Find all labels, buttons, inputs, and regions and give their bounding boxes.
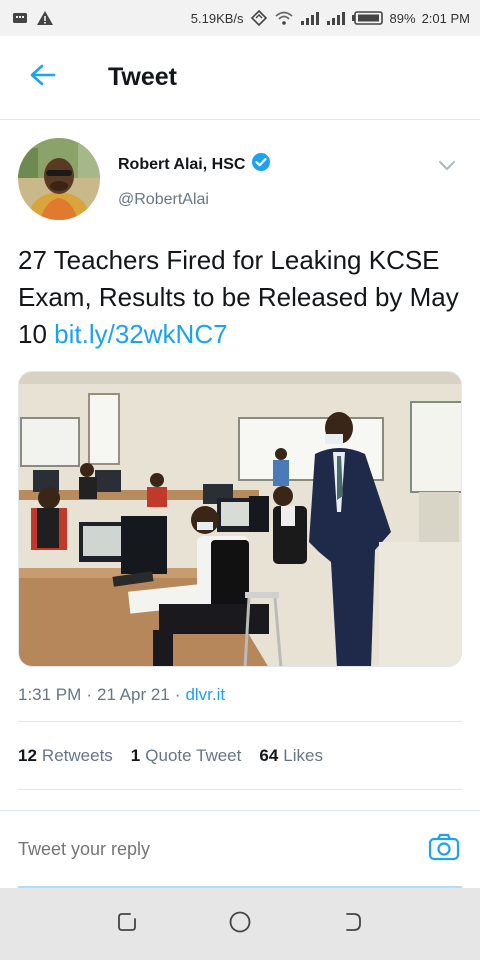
battery-icon bbox=[351, 10, 384, 26]
home-circle-icon bbox=[228, 910, 252, 939]
tweet-image[interactable] bbox=[18, 371, 462, 667]
quote-tweets-label: Quote Tweet bbox=[145, 745, 242, 765]
meta-separator: · bbox=[86, 685, 92, 704]
tweet-time: 1:31 PM bbox=[18, 685, 82, 704]
likes-count: 64 bbox=[259, 745, 279, 765]
tweet-text: 27 Teachers Fired for Leaking KCSE Exam,… bbox=[18, 242, 462, 353]
status-left bbox=[12, 10, 54, 26]
author-row: Robert Alai, HSC @RobertAlai bbox=[18, 120, 462, 226]
retweets-stat[interactable]: 12 Retweets bbox=[18, 746, 113, 766]
recent-apps-icon bbox=[116, 911, 138, 938]
retweets-count: 12 bbox=[18, 745, 37, 765]
author-info: Robert Alai, HSC @RobertAlai bbox=[118, 138, 271, 209]
system-nav-bar bbox=[0, 888, 480, 960]
signal-1-icon bbox=[300, 10, 320, 26]
warning-icon bbox=[36, 10, 54, 26]
tweet-date: 21 Apr 21 bbox=[96, 685, 170, 704]
author-name-text: Robert Alai, HSC bbox=[118, 155, 246, 173]
likes-label: Likes bbox=[283, 745, 323, 765]
signal-2-icon bbox=[326, 10, 346, 26]
author-handle[interactable]: @RobertAlai bbox=[118, 191, 271, 209]
camera-button[interactable] bbox=[426, 832, 462, 868]
header: Tweet bbox=[0, 36, 480, 120]
status-bar: 5.19KB/s 89% 2:01 PM bbox=[0, 0, 480, 36]
chevron-down-icon bbox=[438, 159, 456, 177]
tweet-source-link[interactable]: dlvr.it bbox=[185, 685, 225, 705]
page-title: Tweet bbox=[108, 63, 177, 91]
tweet-link[interactable]: bit.ly/32wkNC7 bbox=[54, 319, 227, 349]
likes-stat[interactable]: 64 Likes bbox=[259, 746, 323, 766]
wifi-icon bbox=[274, 10, 294, 26]
battery-percent: 89% bbox=[389, 10, 416, 26]
back-button[interactable] bbox=[0, 36, 86, 120]
status-right: 5.19KB/s 89% 2:01 PM bbox=[191, 9, 470, 27]
data-saver-icon bbox=[250, 9, 268, 27]
author-name[interactable]: Robert Alai, HSC bbox=[118, 152, 271, 177]
tweet-meta: 1:31 PM · 21 Apr 21 · dlvr.it bbox=[18, 685, 462, 722]
message-icon bbox=[12, 11, 28, 25]
avatar[interactable] bbox=[18, 138, 100, 220]
reply-bar bbox=[0, 810, 480, 888]
back-nav-button[interactable] bbox=[333, 904, 373, 944]
verified-badge-icon bbox=[251, 152, 271, 177]
tweet-options-button[interactable] bbox=[432, 156, 462, 180]
home-button[interactable] bbox=[220, 904, 260, 944]
recent-apps-button[interactable] bbox=[107, 904, 147, 944]
tweet-stats: 12 Retweets 1 Quote Tweet 64 Likes bbox=[18, 722, 462, 790]
camera-icon bbox=[428, 833, 460, 866]
tweet: Robert Alai, HSC @RobertAlai 27 Teachers… bbox=[0, 120, 480, 790]
arrow-left-icon bbox=[29, 63, 57, 92]
back-nav-icon bbox=[342, 911, 364, 938]
meta-separator-2: · bbox=[174, 685, 181, 704]
reply-input[interactable] bbox=[18, 839, 378, 860]
quote-tweets-stat[interactable]: 1 Quote Tweet bbox=[131, 746, 242, 766]
network-speed: 5.19KB/s bbox=[190, 10, 244, 26]
clock: 2:01 PM bbox=[421, 10, 470, 26]
retweets-label: Retweets bbox=[41, 745, 113, 765]
quote-tweets-count: 1 bbox=[130, 745, 141, 765]
